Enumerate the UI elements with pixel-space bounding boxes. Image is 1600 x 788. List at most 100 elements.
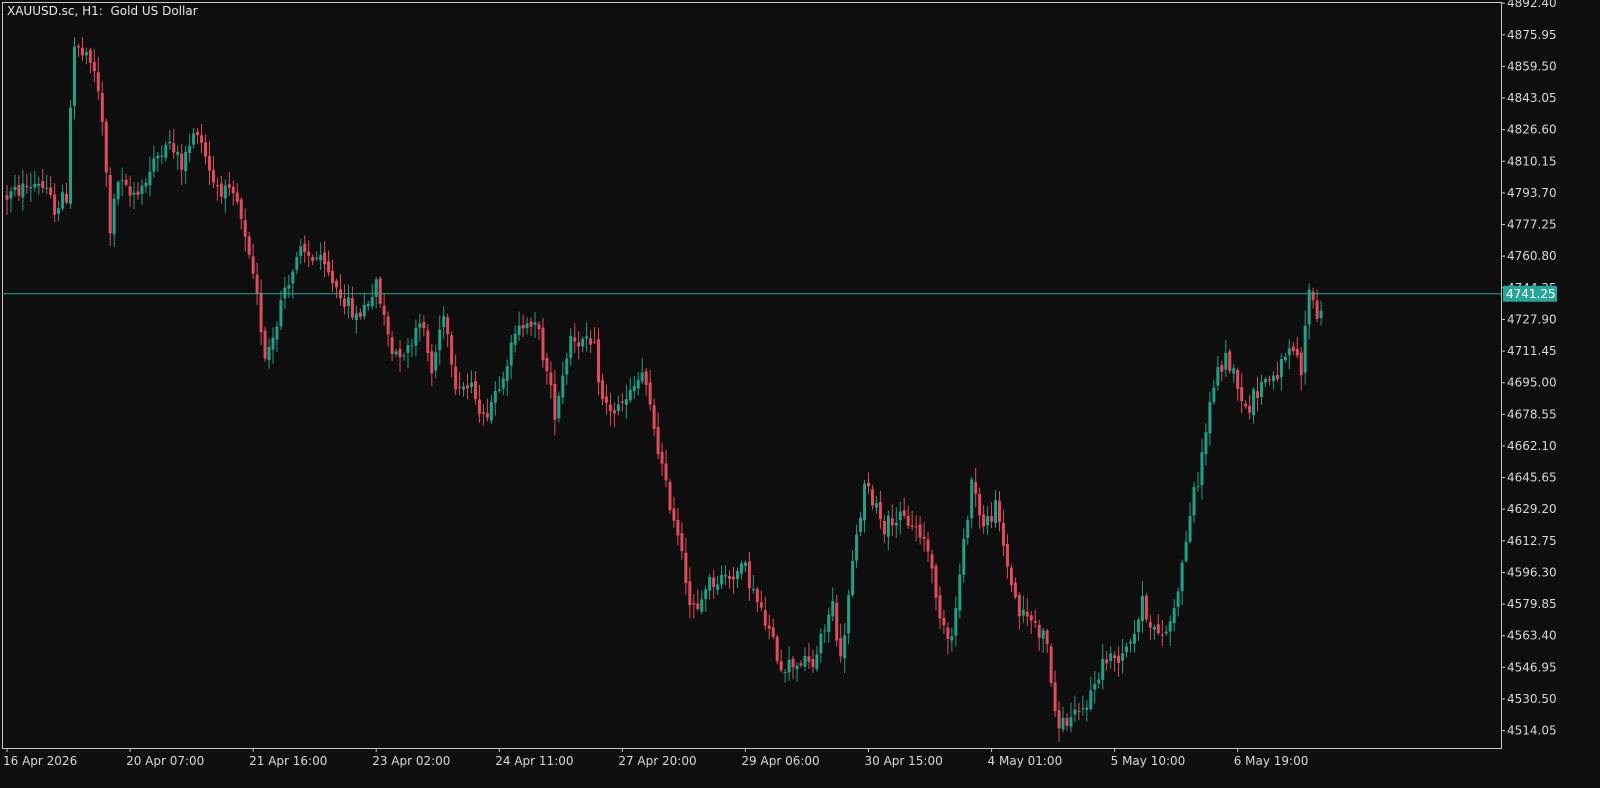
candle-body — [497, 389, 501, 391]
candle-body — [1232, 368, 1236, 374]
candle-body — [934, 565, 938, 598]
candle-body — [775, 636, 779, 661]
candle-body — [1033, 620, 1037, 623]
candle-body — [489, 402, 493, 421]
candle-body — [783, 672, 787, 674]
candle-body — [200, 135, 204, 143]
candle-body — [1275, 374, 1279, 380]
candle-body — [656, 426, 660, 455]
candle-body — [41, 181, 45, 189]
candle-body — [144, 182, 148, 187]
candle-body — [652, 405, 656, 429]
candle-body — [378, 278, 382, 304]
candle-body — [529, 321, 533, 327]
candle-body — [1164, 631, 1168, 634]
candle-body — [434, 352, 438, 371]
candle-body — [601, 380, 604, 400]
candle-body — [1105, 659, 1109, 664]
candle-body — [549, 372, 553, 386]
candle-body — [295, 256, 299, 270]
candle-body — [1025, 611, 1029, 617]
y-tick-label: 4843.05 — [1507, 91, 1557, 105]
x-tick-label: 21 Apr 16:00 — [249, 754, 327, 768]
x-tick-label: 20 Apr 07:00 — [126, 754, 204, 768]
x-tick-label: 5 May 10:00 — [1111, 754, 1186, 768]
candle-body — [898, 511, 902, 521]
candle-body — [1295, 348, 1299, 356]
candle-body — [585, 336, 589, 339]
candle-body — [1263, 379, 1267, 383]
candle-body — [1113, 655, 1117, 659]
candle-body — [640, 372, 644, 382]
candle-body — [184, 151, 188, 172]
candle-body — [25, 185, 29, 188]
candle-body — [970, 479, 974, 519]
candle-body — [1220, 365, 1224, 372]
candle-body — [1244, 403, 1248, 407]
candle-body — [207, 156, 211, 171]
candle-body — [1013, 582, 1017, 598]
candle-body — [88, 49, 92, 63]
candle-body — [743, 562, 747, 566]
candle-body — [418, 323, 422, 328]
candle-body — [382, 305, 386, 315]
candle-body — [807, 656, 811, 662]
candle-body — [446, 317, 450, 334]
candle-body — [1172, 607, 1176, 624]
candle-body — [1291, 346, 1295, 352]
y-tick-label: 4514.05 — [1507, 724, 1557, 738]
candle-body — [517, 325, 521, 335]
candle-body — [886, 515, 890, 537]
candle-body — [69, 107, 73, 204]
candle-body — [422, 322, 426, 329]
candle-body — [1212, 387, 1216, 403]
candle-body — [358, 312, 362, 317]
candle-body — [481, 412, 485, 414]
candle-body — [227, 184, 231, 188]
candle-body — [593, 341, 597, 343]
candle-body — [1299, 352, 1303, 376]
candle-body — [759, 602, 763, 608]
candle-body — [192, 133, 196, 145]
candle-body — [1125, 646, 1129, 653]
candle-body — [65, 193, 69, 203]
candle-body — [672, 508, 676, 521]
candle-body — [37, 183, 41, 186]
candle-body — [902, 510, 906, 516]
candle-body — [80, 47, 84, 56]
candle-body — [958, 574, 962, 611]
candle-body — [878, 501, 882, 520]
candle-body — [561, 375, 565, 398]
candle-body — [537, 324, 541, 330]
candle-body — [386, 316, 390, 335]
y-tick-label: 4645.65 — [1507, 471, 1557, 485]
candle-body — [978, 493, 982, 516]
y-tick-label: 4678.55 — [1507, 407, 1557, 421]
candle-body — [287, 285, 291, 289]
candle-body — [716, 584, 720, 590]
candle-body — [827, 614, 831, 632]
candle-body — [462, 386, 466, 390]
candle-body — [13, 186, 17, 191]
candle-body — [1311, 291, 1315, 301]
candle-body — [1017, 594, 1021, 617]
candle-body — [728, 576, 732, 579]
candle-body — [823, 630, 827, 632]
candle-body — [1156, 624, 1160, 634]
y-tick-label: 4629.20 — [1507, 502, 1557, 516]
candle-body — [688, 581, 692, 606]
candle-body — [354, 313, 358, 321]
candle-body — [1029, 615, 1033, 621]
candle-body — [1224, 353, 1228, 370]
candle-body — [787, 659, 791, 673]
candle-body — [1180, 562, 1184, 592]
candle-body — [172, 143, 176, 153]
candle-body — [469, 382, 473, 387]
candle-body — [1176, 591, 1180, 607]
candlestick-chart[interactable]: 4892.40 4875.95 4859.50 4843.05 4826.60 4810.… — [0, 0, 1600, 788]
y-tick-label: 4596.30 — [1507, 565, 1557, 579]
candle-body — [243, 220, 247, 237]
candle-body — [874, 503, 878, 508]
candle-body — [255, 274, 259, 294]
candle-body — [1136, 619, 1140, 633]
